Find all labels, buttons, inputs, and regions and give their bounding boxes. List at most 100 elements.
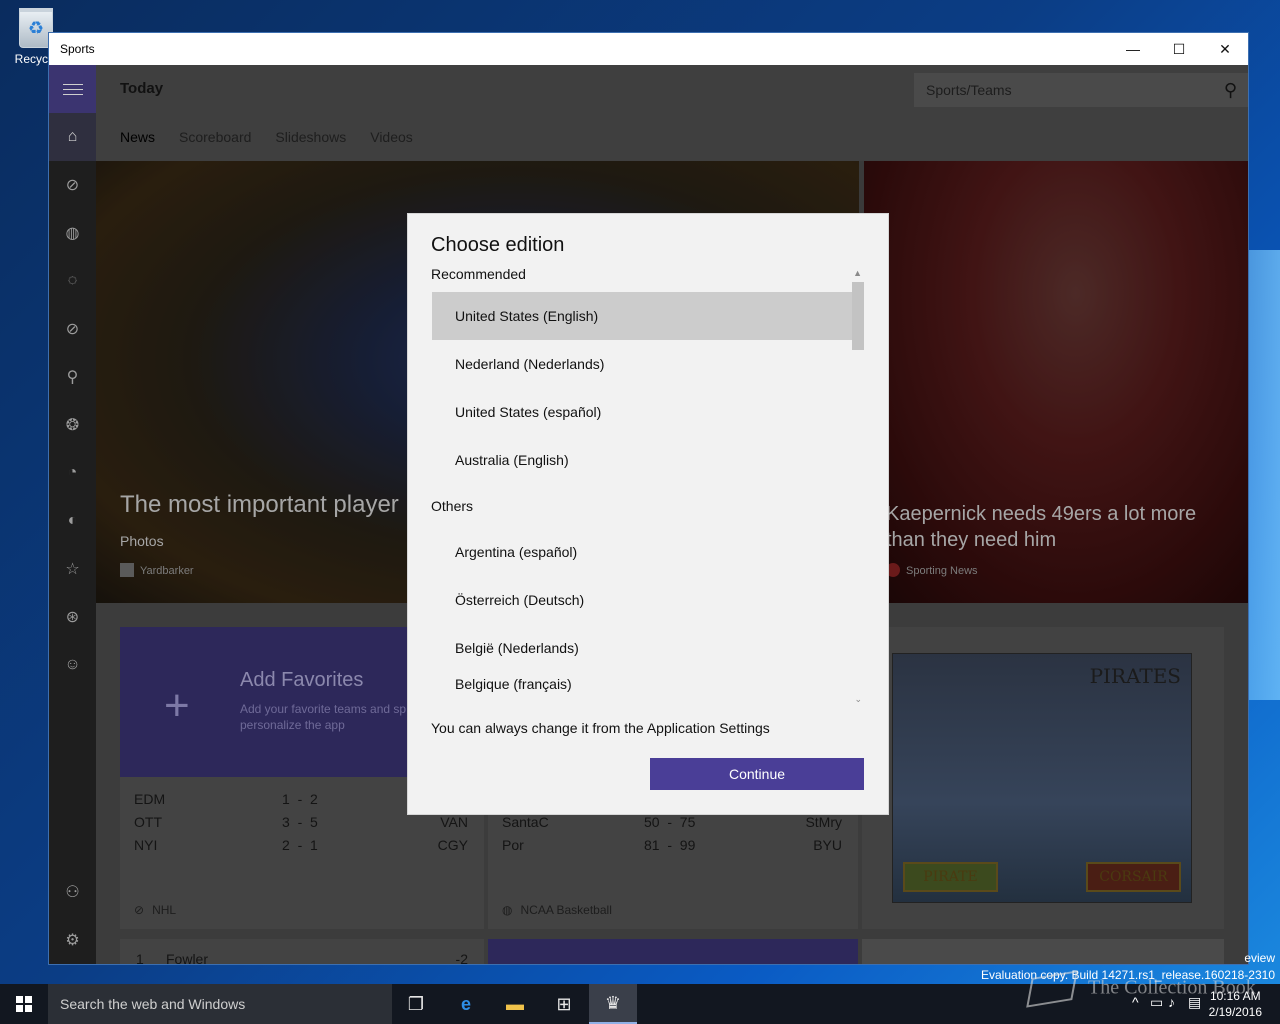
tab-scoreboard[interactable]: Scoreboard bbox=[179, 129, 251, 145]
football-icon: ⊘ bbox=[65, 177, 80, 194]
score-row: OTT 3 - 5 VAN bbox=[134, 814, 468, 836]
start-button[interactable] bbox=[0, 984, 48, 1024]
edge-browser-icon[interactable]: e bbox=[442, 984, 490, 1024]
featured-card[interactable] bbox=[488, 939, 858, 964]
nav-football[interactable]: ⊘ bbox=[49, 161, 96, 209]
edition-option[interactable]: Österreich (Deutsch) bbox=[432, 576, 855, 624]
nav-basketball[interactable]: ◍ bbox=[49, 209, 96, 257]
continue-button[interactable]: Continue bbox=[650, 758, 864, 790]
nav-fun[interactable]: ☺ bbox=[49, 641, 96, 689]
tab-bar: News Scoreboard Slideshows Videos bbox=[96, 113, 1248, 161]
hockey-icon: ⊘ bbox=[134, 903, 145, 917]
section-recommended: Recommended bbox=[431, 266, 526, 282]
side-navigation: ⌂ ⊘ ◍ ◌ ⊘ ⚲ ❂ ◔ ◐ ☆ ⊛ ☺ ⚇ ⚙ bbox=[49, 65, 96, 964]
edition-option[interactable]: United States (español) bbox=[432, 388, 855, 436]
away-team: CGY bbox=[437, 837, 468, 853]
hamburger-menu-button[interactable] bbox=[49, 65, 96, 113]
advertisement-image[interactable]: PIRATES PIRATE CORSAIR bbox=[892, 653, 1192, 903]
edition-option[interactable]: Australia (English) bbox=[432, 436, 855, 484]
store-icon[interactable]: ⊞ bbox=[540, 984, 588, 1024]
tab-news[interactable]: News bbox=[120, 129, 155, 145]
window-title: Sports bbox=[60, 42, 95, 56]
sports-ball-icon: ⊛ bbox=[65, 609, 80, 626]
nav-sports[interactable]: ⊛ bbox=[49, 593, 96, 641]
search-icon[interactable]: ⚲ bbox=[1224, 80, 1237, 101]
match-score: 81 - 99 bbox=[644, 837, 696, 853]
score-row: NYI 2 - 1 CGY bbox=[134, 837, 468, 859]
match-score: 3 - 5 bbox=[282, 814, 318, 830]
ad-pirate-button[interactable]: PIRATE bbox=[903, 862, 998, 892]
ad-corsair-button[interactable]: CORSAIR bbox=[1086, 862, 1181, 892]
edition-list[interactable]: Recommended United States (English) Nede… bbox=[431, 266, 865, 704]
smiley-icon: ☺ bbox=[64, 656, 81, 673]
nav-hockey[interactable]: ⊘ bbox=[49, 305, 96, 353]
favorites-title: Add Favorites bbox=[240, 669, 364, 691]
title-bar[interactable]: Sports — ☐ ✕ bbox=[49, 33, 1248, 65]
home-icon: ⌂ bbox=[67, 128, 78, 145]
edition-option[interactable]: België (Nederlands) bbox=[432, 624, 855, 672]
dialog-note: You can always change it from the Applic… bbox=[431, 720, 770, 736]
clock-date: 2/19/2016 bbox=[1208, 1005, 1262, 1019]
nav-baseball[interactable]: ◌ bbox=[49, 257, 96, 305]
home-team: NYI bbox=[134, 837, 158, 853]
league-name: NHL bbox=[152, 903, 177, 917]
score-row: Por 81 - 99 BYU bbox=[502, 837, 842, 859]
speedometer-icon: ◔ bbox=[67, 464, 78, 481]
watermark: The Collection Book bbox=[1026, 970, 1256, 1008]
story-source-label: Sporting News bbox=[906, 565, 978, 577]
plus-icon: + bbox=[164, 681, 190, 730]
match-score: 2 - 1 bbox=[282, 837, 318, 853]
golf-player: Fowler bbox=[166, 951, 209, 965]
list-scrollbar-thumb[interactable] bbox=[852, 282, 864, 350]
nav-golf[interactable]: ⚲ bbox=[49, 353, 96, 401]
task-view-icon[interactable]: ❐ bbox=[392, 984, 440, 1024]
edition-option[interactable]: Belgique (français) bbox=[432, 672, 855, 704]
nav-fantasy[interactable]: ☆ bbox=[49, 545, 96, 593]
match-score: 50 - 75 bbox=[644, 814, 696, 830]
sports-app-trophy-icon[interactable]: ♛ bbox=[589, 984, 637, 1024]
basketball-icon: ◍ bbox=[65, 225, 80, 242]
away-team: BYU bbox=[813, 837, 842, 853]
tab-slideshows[interactable]: Slideshows bbox=[275, 129, 346, 145]
maximize-button[interactable]: ☐ bbox=[1156, 33, 1202, 65]
search-box[interactable]: ⚲ bbox=[914, 73, 1248, 107]
scroll-up-arrow-icon[interactable]: ▲ bbox=[853, 268, 862, 278]
golf-leaderboard-card[interactable]: 1 Fowler -2 bbox=[120, 939, 484, 965]
nav-account[interactable]: ⚇ bbox=[49, 868, 96, 916]
nav-soccer[interactable]: ❂ bbox=[49, 401, 96, 449]
taskbar-search[interactable] bbox=[48, 984, 392, 1024]
watermark-text: The Collection Book bbox=[1088, 976, 1256, 999]
person-add-icon: ⚇ bbox=[65, 884, 80, 901]
taskbar-search-input[interactable] bbox=[48, 984, 392, 1024]
edition-option[interactable]: Nederland (Nederlands) bbox=[432, 340, 855, 388]
file-explorer-icon[interactable]: ▬ bbox=[491, 984, 539, 1024]
away-team: StMry bbox=[805, 814, 842, 830]
sporting-news-logo-icon bbox=[886, 563, 900, 577]
soccer-ball-icon: ❂ bbox=[65, 417, 80, 434]
advertisement-card[interactable]: PIRATES PIRATE CORSAIR bbox=[862, 627, 1224, 929]
story-source-label: Yardbarker bbox=[140, 565, 194, 577]
home-team: EDM bbox=[134, 791, 166, 807]
basketball-icon: ◍ bbox=[502, 903, 513, 917]
nav-racing[interactable]: ◔ bbox=[49, 449, 96, 497]
nav-settings[interactable]: ⚙ bbox=[49, 916, 96, 964]
search-input[interactable] bbox=[914, 73, 1204, 107]
yardbarker-logo-icon bbox=[120, 563, 134, 577]
league-label: ⊘ NHL bbox=[134, 903, 176, 917]
scroll-down-arrow-icon[interactable]: ⌄ bbox=[854, 694, 862, 705]
nav-tennis[interactable]: ◐ bbox=[49, 497, 96, 545]
photo-card[interactable] bbox=[862, 939, 1224, 964]
home-team: SantaC bbox=[502, 814, 549, 830]
app-header: Today ⚲ bbox=[96, 65, 1248, 113]
baseball-icon: ◌ bbox=[67, 272, 78, 289]
close-button[interactable]: ✕ bbox=[1202, 33, 1248, 65]
tab-videos[interactable]: Videos bbox=[370, 129, 413, 145]
edition-option-selected[interactable]: United States (English) bbox=[432, 292, 855, 340]
league-name: NCAA Basketball bbox=[520, 903, 612, 917]
hero-story-right[interactable]: Kaepernick needs 49ers a lot more than t… bbox=[864, 161, 1248, 603]
edition-option[interactable]: Argentina (español) bbox=[432, 528, 855, 576]
story-source: Yardbarker bbox=[120, 563, 194, 577]
nav-home[interactable]: ⌂ bbox=[49, 113, 96, 161]
gear-icon: ⚙ bbox=[65, 932, 80, 949]
minimize-button[interactable]: — bbox=[1110, 33, 1156, 65]
